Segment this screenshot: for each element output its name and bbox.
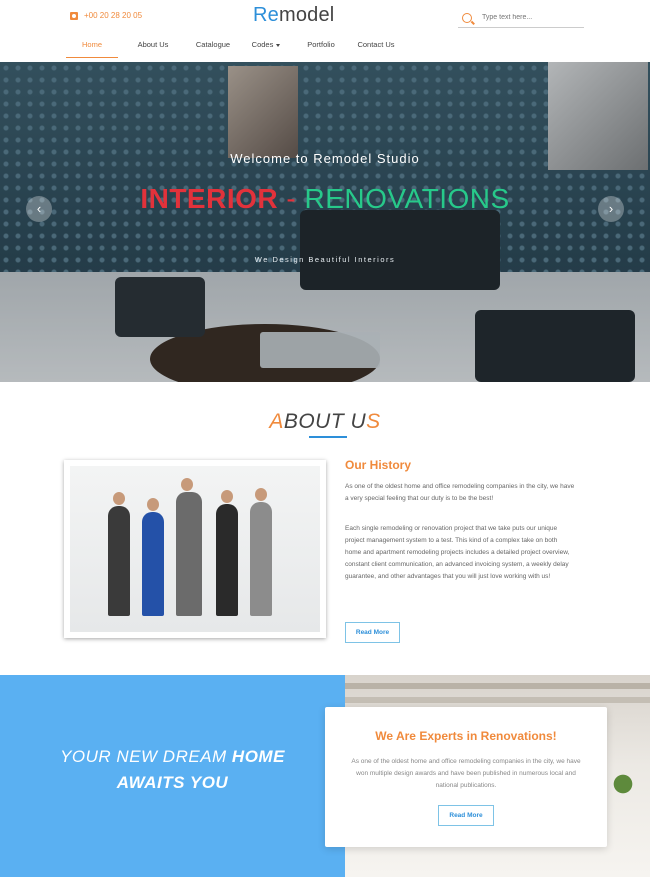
about-divider (309, 436, 347, 438)
team-member-figure (108, 492, 130, 616)
history-paragraph-2: Each single remodeling or renovation pro… (345, 525, 570, 580)
about-title-last-letter: S (366, 410, 381, 433)
hero-headline-part2: RENOVATIONS (304, 183, 510, 214)
hero-headline-part1: INTERIOR (140, 183, 279, 214)
nav-item-home[interactable]: Home (66, 38, 118, 58)
team-member-head (221, 490, 233, 503)
nav-item-portfolio[interactable]: Portfolio (296, 38, 346, 58)
phone-contact[interactable]: +00 20 28 20 05 (70, 11, 142, 20)
site-header: +00 20 28 20 05 Remodel Home About Us Ca… (0, 0, 650, 62)
dream-line-2: AWAITS YOU (116, 773, 229, 792)
hero-headline: INTERIOR - RENOVATIONS (0, 183, 650, 215)
dream-line-1: YOUR NEW DREAM HOME (0, 744, 345, 770)
logo-accent: Re (253, 4, 279, 26)
hero-overlay (0, 62, 650, 382)
chevron-down-icon (276, 43, 281, 47)
dream-home-text: YOUR NEW DREAM HOME AWAITS YOU (0, 744, 345, 796)
team-member-head (181, 478, 193, 491)
search-input[interactable] (482, 14, 582, 21)
nav-item-contact-us[interactable]: Contact Us (348, 38, 404, 58)
phone-icon (70, 11, 78, 20)
search-icon[interactable] (462, 12, 472, 23)
dream-line-1-a: YOUR NEW DREAM (60, 747, 232, 766)
main-nav: Home About Us Catalogue Codes Portfolio … (66, 38, 404, 58)
nav-item-codes[interactable]: Codes (242, 38, 290, 58)
site-logo[interactable]: Remodel (253, 4, 334, 27)
team-member-figure (176, 478, 202, 616)
team-member-figure (216, 490, 238, 616)
team-member-figure (250, 488, 272, 616)
team-member-head (113, 492, 125, 505)
about-title-middle: BOUT U (283, 410, 367, 433)
hero-headline-dash: - (278, 183, 305, 214)
phone-number: +00 20 28 20 05 (84, 11, 143, 20)
experts-card: We Are Experts in Renovations! As one of… (325, 707, 607, 847)
dream-line-1-b: HOME (231, 747, 285, 766)
ceiling-beam (345, 683, 650, 689)
hero-welcome: Welcome to Remodel Studio (230, 151, 420, 166)
search-box[interactable] (458, 8, 584, 28)
nav-item-codes-label: Codes (251, 40, 274, 49)
experts-title: We Are Experts in Renovations! (375, 729, 557, 743)
history-paragraph-1: As one of the oldest home and office rem… (345, 483, 575, 502)
nav-item-catalogue[interactable]: Catalogue (187, 38, 239, 58)
ceiling-beam (345, 697, 650, 703)
nav-item-about-us[interactable]: About Us (122, 38, 184, 58)
hero-tagline: We Design Beautiful Interiors (254, 255, 396, 264)
about-title-first-letter: A (269, 410, 284, 433)
about-title: ABOUT US (0, 410, 650, 434)
experts-text: As one of the oldest home and office rem… (351, 758, 581, 789)
team-photo-image (70, 466, 320, 632)
team-photo (64, 460, 326, 638)
about-read-more-button[interactable]: Read More (345, 622, 400, 643)
logo-rest: model (278, 4, 335, 26)
chevron-right-icon[interactable]: › (598, 196, 624, 222)
team-member-figure (142, 498, 164, 616)
history-title: Our History (345, 458, 412, 472)
experts-read-more-button[interactable]: Read More (438, 805, 494, 826)
chevron-left-icon[interactable]: ‹ (26, 196, 52, 222)
plant-image (608, 767, 638, 801)
team-member-head (147, 498, 159, 511)
hero-slider: Welcome to Remodel Studio INTERIOR - REN… (0, 62, 650, 382)
team-member-head (255, 488, 267, 501)
